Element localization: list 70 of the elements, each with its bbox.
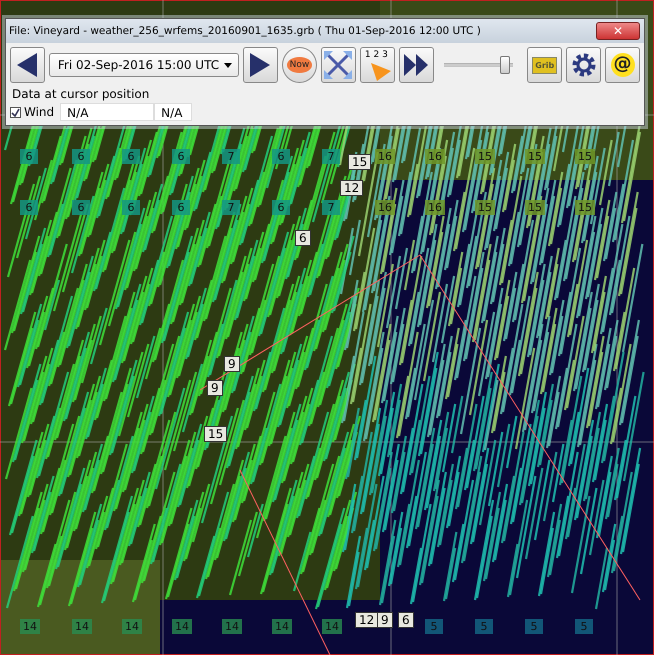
wind-speed-callout: 6 (295, 230, 311, 246)
grid-value-label: 6 (272, 149, 290, 164)
email-button[interactable]: @ (605, 47, 640, 83)
grid-value-label: 6 (72, 200, 90, 215)
diagonal-arrows-icon (324, 51, 352, 79)
wind-speed-callout: 12 (340, 180, 364, 196)
animation-button[interactable]: 1 2 3 (360, 47, 395, 83)
grid-value-label: 14 (322, 619, 342, 634)
grid-value-label: 7 (322, 149, 340, 164)
grid-value-label: 5 (475, 619, 493, 634)
left-triangle-icon (15, 52, 40, 78)
grid-value-label: 14 (172, 619, 192, 634)
grid-value-label: 6 (72, 149, 90, 164)
grid-value-label: 14 (20, 619, 40, 634)
grid-value-label: 14 (122, 619, 142, 634)
grid-value-label: 5 (575, 619, 593, 634)
grid-value-label: 15 (575, 149, 595, 164)
grid-value-label: 16 (425, 149, 445, 164)
grid-value-label: 6 (20, 200, 38, 215)
wind-speed-callout: 9 (207, 380, 223, 396)
wind-speed-callout: 9 (377, 612, 393, 628)
grid-value-label: 15 (525, 149, 545, 164)
grid-value-label: 14 (272, 619, 292, 634)
grid-value-label: 16 (425, 200, 445, 215)
grid-value-label: 6 (122, 200, 140, 215)
grid-value-label: 7 (322, 200, 340, 215)
next-button[interactable] (243, 47, 278, 83)
cursor-data-heading: Data at cursor position (11, 86, 150, 101)
settings-icon (570, 52, 597, 78)
value-field: N/A (154, 103, 192, 121)
grid-value-label: 5 (425, 619, 443, 634)
previous-button[interactable] (10, 47, 45, 83)
grid-value-label: 7 (222, 149, 240, 164)
grid-value-label: 7 (222, 200, 240, 215)
wind-speed-callout: 12 (355, 612, 378, 628)
value-field: N/A (60, 103, 154, 121)
right-triangle-icon (248, 52, 272, 78)
checkbox[interactable] (10, 106, 21, 118)
window-title: File: Vineyard - weather_256_wrfems_20160901_1635.grb ( Thu 01-Sep-2016 12:00 UTC ) (9, 25, 482, 37)
wind-speed-callout: 9 (224, 356, 240, 372)
grid-value-label: 15 (575, 200, 595, 215)
grid-value-label: 15 (525, 200, 545, 215)
grid-value-label: 16 (375, 200, 395, 215)
zoom-fit-button[interactable] (321, 47, 356, 83)
date-dropdown[interactable]: Fri 02-Sep-2016 15:00 UTC (48, 53, 240, 77)
fast-forward-button[interactable] (398, 47, 434, 83)
grid-value-label: 6 (172, 149, 190, 164)
date-text: Fri 02-Sep-2016 15:00 UTC (58, 58, 220, 72)
close-button[interactable]: ✕ (596, 22, 640, 40)
grid-value-label: 6 (20, 149, 38, 164)
grid-value-label: 16 (375, 149, 395, 164)
double-triangle-icon (402, 53, 430, 77)
grib-files-button[interactable]: Grib (527, 47, 562, 83)
grid-value-label: 6 (272, 200, 290, 215)
grid-value-label: 15 (475, 149, 495, 164)
grid-value-label: 5 (525, 619, 543, 634)
slider-thumb[interactable] (500, 56, 510, 74)
grid-value-label: 6 (172, 200, 190, 215)
wind-speed-callout: 15 (204, 426, 228, 442)
play-triangle-icon (371, 61, 392, 81)
now-button[interactable]: Now (282, 47, 317, 83)
settings-button[interactable] (566, 47, 602, 83)
grid-value-label: 15 (475, 200, 495, 215)
grid-value-label: 14 (72, 619, 92, 634)
grid-value-label: 6 (122, 149, 140, 164)
grid-value-label: 14 (222, 619, 242, 634)
wind-speed-callout: 15 (348, 154, 372, 170)
caret-icon (224, 62, 232, 68)
layer-label: Wind (24, 105, 54, 119)
wind-speed-callout: 6 (398, 612, 414, 628)
